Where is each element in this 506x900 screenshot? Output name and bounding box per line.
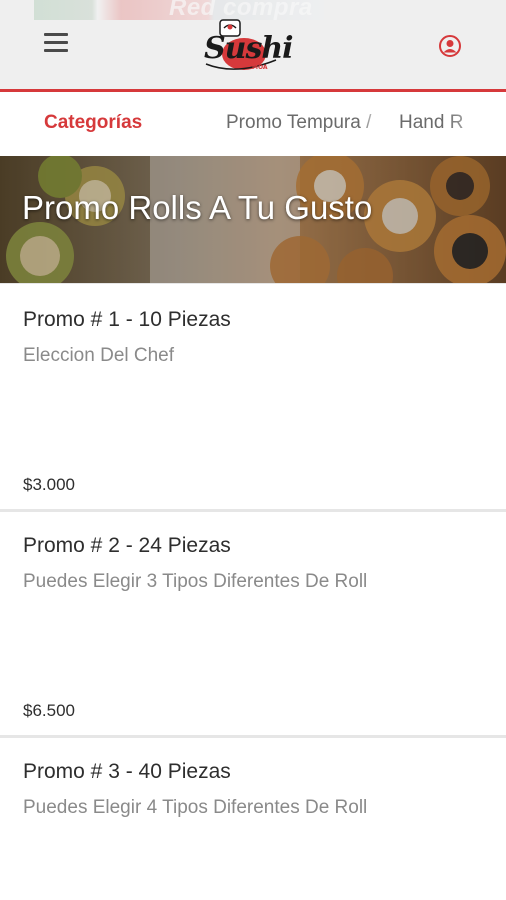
item-description: Eleccion Del Chef	[23, 345, 175, 366]
item-price: $3.000	[23, 475, 75, 494]
hamburger-menu-icon[interactable]	[44, 33, 68, 53]
tab-promo-tempura[interactable]: Promo Tempura /	[226, 112, 371, 134]
item-name: Promo # 2 - 24 Piezas	[23, 534, 231, 557]
item-name: Promo # 1 - 10 Piezas	[23, 308, 231, 331]
item-price: $6.500	[23, 701, 75, 720]
menu-item-card[interactable]: Promo # 1 - 10 Piezas Eleccion Del Chef …	[0, 283, 506, 509]
category-title: Promo Rolls A Tu Gusto	[22, 189, 373, 226]
category-tabs: Categorías Promo Tempura / Hand R	[0, 92, 506, 156]
item-description: Puedes Elegir 3 Tipos Diferentes De Roll	[23, 571, 368, 592]
menu-item-card[interactable]: Promo # 3 - 40 Piezas Puedes Elegir 4 Ti…	[0, 735, 506, 900]
tab-scroll-fade	[446, 92, 506, 156]
logo-wordmark: Sushi	[204, 31, 294, 66]
app-header: Red compra Sushi MOA	[0, 0, 506, 92]
promo-banner-strip: Red compra	[34, 0, 324, 21]
menu-item-card[interactable]: Promo # 2 - 24 Piezas Puedes Elegir 3 Ti…	[0, 509, 506, 735]
tab-categorias[interactable]: Categorías	[44, 112, 142, 134]
sushi-logo[interactable]: Sushi MOA	[200, 18, 294, 76]
item-description: Puedes Elegir 4 Tipos Diferentes De Roll	[23, 797, 368, 818]
category-banner: Promo Rolls A Tu Gusto	[0, 156, 506, 283]
tab-fade-divider	[360, 92, 390, 156]
user-account-icon[interactable]	[438, 34, 462, 58]
logo-subtext: MOA	[252, 64, 268, 71]
item-name: Promo # 3 - 40 Piezas	[23, 760, 231, 783]
